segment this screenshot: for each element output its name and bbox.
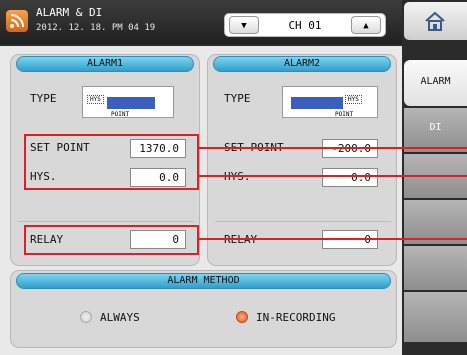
tab-di[interactable]: DI bbox=[404, 108, 467, 152]
alarm1-type-hys-text: HYS bbox=[87, 95, 104, 104]
alarm1-type-selector[interactable]: HYS POINT bbox=[82, 86, 174, 118]
alarm2-type-label: TYPE bbox=[224, 92, 251, 105]
tab-alarm[interactable]: ALARM bbox=[404, 60, 467, 106]
rss-icon bbox=[6, 10, 28, 32]
channel-selector: ▼ CH 01 ▲ bbox=[224, 13, 386, 37]
channel-label: CH 01 bbox=[288, 19, 322, 32]
alarm1-hys-bar bbox=[107, 97, 155, 109]
radio-in-recording[interactable]: IN-RECORDING bbox=[236, 310, 356, 326]
alarm2-type-point-text: POINT bbox=[335, 111, 354, 118]
radio-always-circle bbox=[80, 311, 92, 323]
alarm1-hys-field[interactable]: 0.0 bbox=[130, 168, 186, 187]
datetime-display: 2012. 12. 18. PM 04 19 bbox=[36, 23, 156, 33]
header-bar: ALARM & DI 2012. 12. 18. PM 04 19 ▼ CH 0… bbox=[0, 0, 402, 44]
home-button[interactable] bbox=[404, 2, 467, 40]
radio-always[interactable]: ALWAYS bbox=[80, 310, 160, 326]
tab-empty-3[interactable] bbox=[404, 246, 467, 290]
alarm1-type-label: TYPE bbox=[30, 92, 57, 105]
alarm2-type-hys-text: HYS bbox=[345, 95, 362, 104]
alarm1-set-point-field[interactable]: 1370.0 bbox=[130, 139, 186, 158]
alarm2-relay-label: RELAY bbox=[224, 233, 257, 247]
alarm2-title: ALARM2 bbox=[213, 56, 391, 72]
alarm1-hys-label: HYS. bbox=[30, 170, 57, 183]
alarm2-hys-bar bbox=[291, 97, 343, 109]
alarm2-divider bbox=[215, 221, 391, 222]
radio-in-recording-circle bbox=[236, 311, 248, 323]
annotation-line-set-point bbox=[199, 147, 467, 149]
tab-di-label: DI bbox=[429, 122, 442, 133]
alarm2-hys-label: HYS. bbox=[224, 170, 251, 184]
alarm1-relay-field[interactable]: 0 bbox=[130, 230, 186, 249]
alarm1-relay-label: RELAY bbox=[30, 233, 64, 246]
alarm1-title: ALARM1 bbox=[16, 56, 194, 72]
alarm2-hys-field[interactable]: 0.0 bbox=[322, 168, 378, 187]
alarm-method-title: ALARM METHOD bbox=[16, 273, 391, 289]
home-icon bbox=[425, 11, 445, 31]
channel-next-button[interactable]: ▲ bbox=[351, 16, 381, 34]
radio-in-recording-label: IN-RECORDING bbox=[256, 311, 336, 324]
alarm1-divider bbox=[18, 221, 194, 222]
tab-alarm-label: ALARM bbox=[420, 76, 451, 87]
alarm1-set-point-label: SET POINT bbox=[30, 141, 90, 154]
radio-always-label: ALWAYS bbox=[100, 311, 140, 324]
alarm2-type-selector[interactable]: HYS POINT bbox=[282, 86, 378, 118]
channel-prev-button[interactable]: ▼ bbox=[229, 16, 259, 34]
annotation-line-relay bbox=[199, 238, 467, 240]
alarm1-type-point-text: POINT bbox=[111, 111, 130, 118]
annotation-line-hys bbox=[199, 175, 467, 177]
tab-empty-4[interactable] bbox=[404, 292, 467, 342]
page-title: ALARM & DI bbox=[36, 6, 103, 19]
